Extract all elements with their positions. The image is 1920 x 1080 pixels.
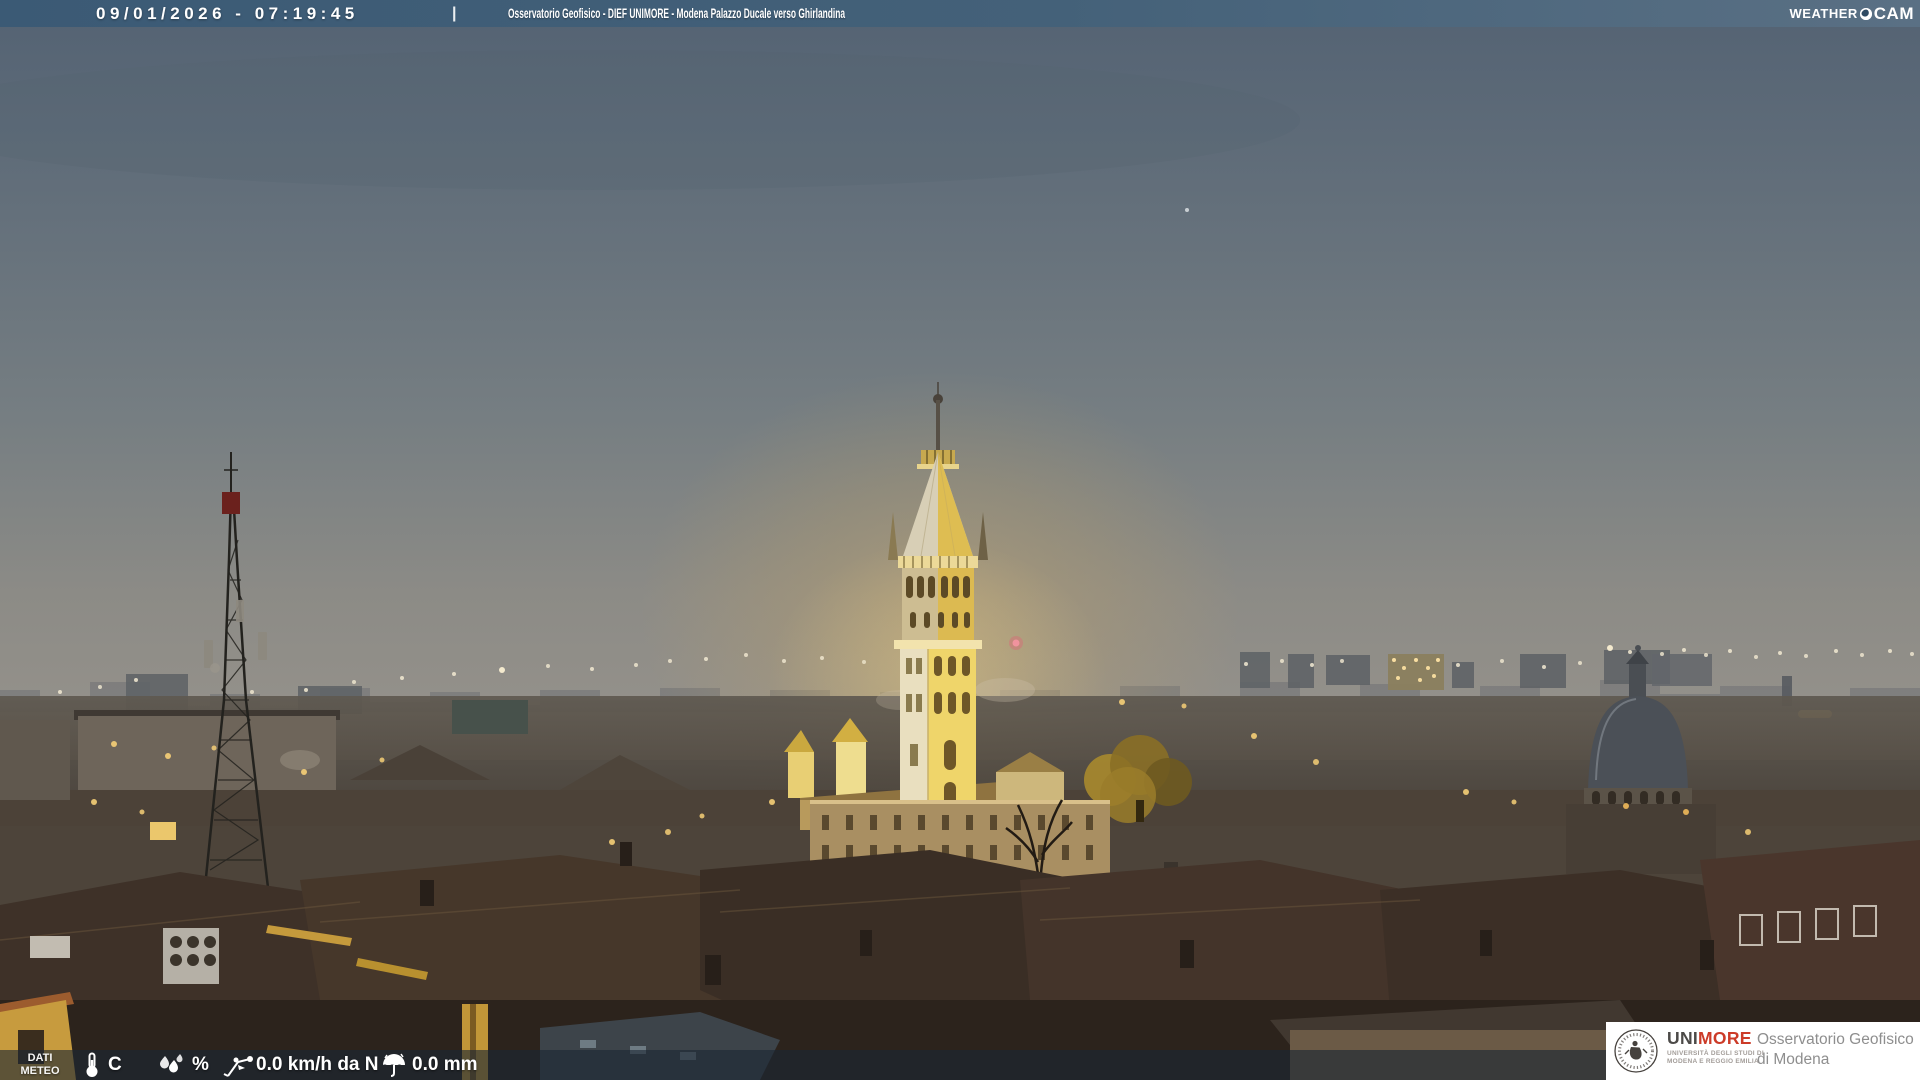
timestamp-text: 09/01/2026 - 07:19:45 [96, 4, 359, 23]
rain-icon [380, 1052, 408, 1078]
webcam-photo [0, 0, 1920, 1080]
unimore-seal-icon [1614, 1029, 1658, 1073]
rain-value: 0.0 mm [412, 1054, 478, 1075]
unimore-wordmark: UNIMORE UNIVERSITÀ DEGLI STUDI DI MODENA… [1667, 1029, 1764, 1066]
topbar: 09/01/2026 - 07:19:45 | Osservatorio Geo… [0, 0, 1920, 27]
mast-beacon [222, 492, 240, 514]
weather-text: WEATHER [1789, 6, 1858, 21]
cam-text: CAM [1873, 3, 1914, 23]
observatory-name: Osservatorio Geofisico di Modena [1757, 1031, 1914, 1068]
unimore-more: MORE [1698, 1028, 1752, 1048]
sky-light-dot [1185, 208, 1189, 212]
temperature-unit: C [108, 1054, 122, 1075]
university-name: UNIVERSITÀ DEGLI STUDI DI MODENA E REGGI… [1667, 1050, 1764, 1065]
camera-title: Osservatorio Geofisico - DIEF UNIMORE - … [508, 5, 846, 21]
humidity-unit: % [192, 1054, 209, 1075]
webcam-viewer: 09/01/2026 - 07:19:45 | Osservatorio Geo… [0, 0, 1920, 1080]
humidity-icon [156, 1052, 184, 1078]
wind-value: 0.0 km/h da N [256, 1054, 379, 1075]
unimore-brand-box: UNIMORE UNIVERSITÀ DEGLI STUDI DI MODENA… [1606, 1022, 1920, 1080]
dati-meteo-badge: DATI METEO [20, 1052, 60, 1077]
weathercam-dot-icon [1859, 7, 1872, 20]
weathercam-logo: WEATHER CAM [1790, 2, 1914, 25]
separator: | [452, 5, 457, 22]
wind-icon [222, 1052, 254, 1078]
red-beacon-light [1009, 636, 1023, 650]
unimore-uni: UNI [1667, 1028, 1699, 1048]
